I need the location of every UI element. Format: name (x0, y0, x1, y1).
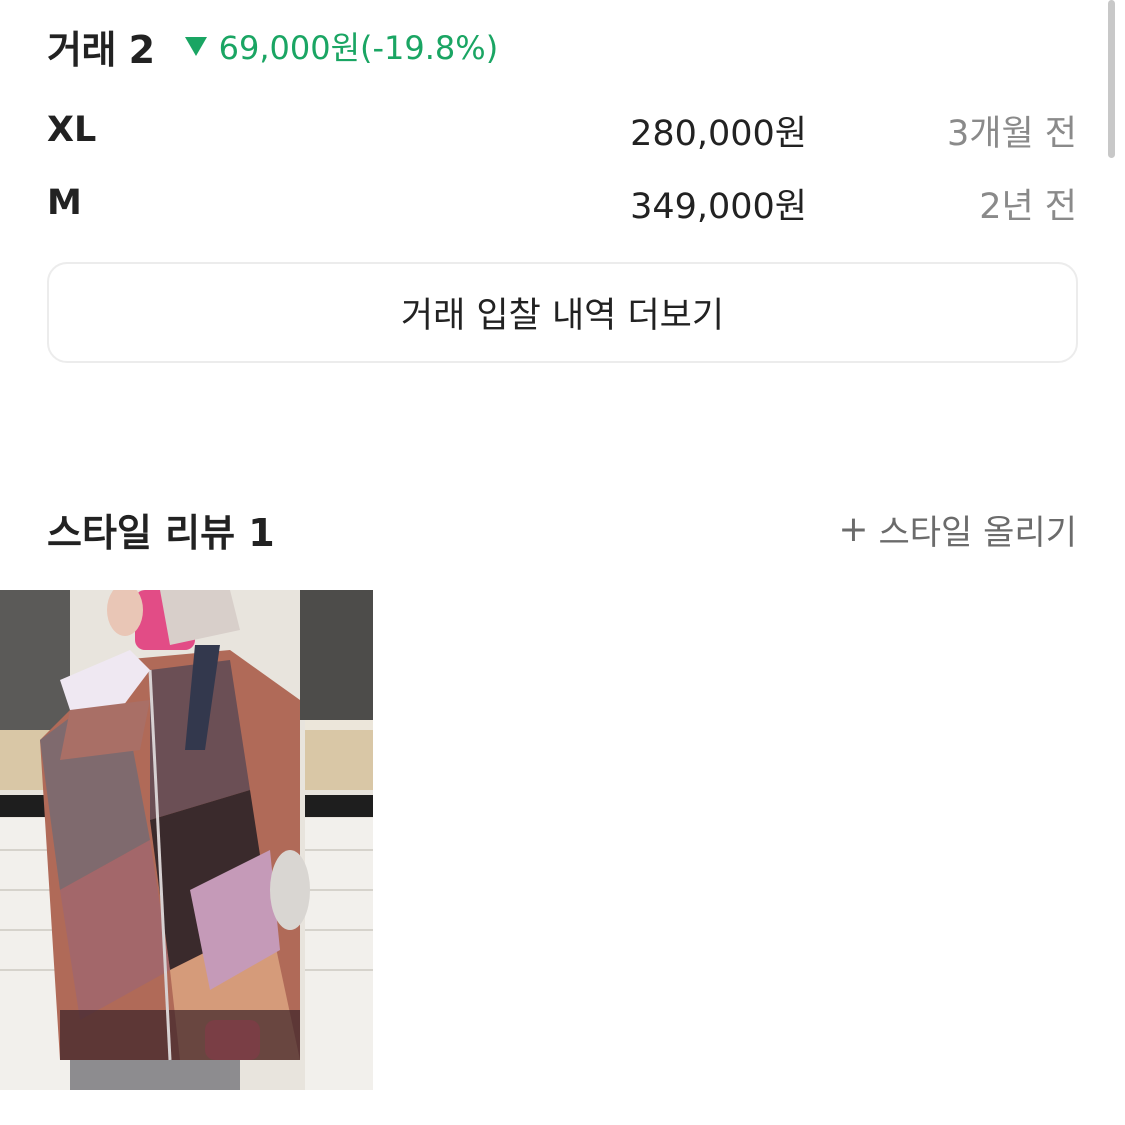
upload-style-label: 스타일 올리기 (878, 512, 1078, 553)
reviews-header: 스타일 리뷰 1 + 스타일 올리기 (47, 505, 1077, 555)
trades-title: 거래 2 (47, 27, 155, 72)
trade-row: XL 280,000원 3개월 전 (47, 106, 1077, 154)
trade-size: M (47, 183, 82, 223)
scrollbar[interactable] (1108, 0, 1115, 158)
trade-row: M 349,000원 2년 전 (47, 179, 1077, 227)
trades-header: 거래 2 69,000원(-19.8%) (47, 22, 499, 72)
style-review-photo[interactable] (0, 590, 373, 1090)
trade-price: 280,000원 (630, 113, 807, 154)
price-change-text: 69,000원(-19.8%) (218, 29, 499, 67)
price-change: 69,000원(-19.8%) (184, 23, 499, 69)
review-photo-image (0, 590, 373, 1090)
product-trades-page: 거래 2 69,000원(-19.8%) XL 280,000원 3개월 전 M… (0, 0, 1125, 1125)
upload-style-link[interactable]: + 스타일 올리기 (838, 505, 1077, 554)
trade-price: 349,000원 (630, 186, 807, 227)
plus-icon: + (838, 508, 869, 550)
trade-time: 2년 전 (979, 186, 1077, 227)
trade-size: XL (47, 110, 97, 150)
trade-time: 3개월 전 (947, 113, 1077, 154)
triangle-down-icon (184, 36, 207, 56)
reviews-title: 스타일 리뷰 1 (47, 510, 275, 555)
more-trades-button[interactable]: 거래 입찰 내역 더보기 (47, 262, 1078, 363)
